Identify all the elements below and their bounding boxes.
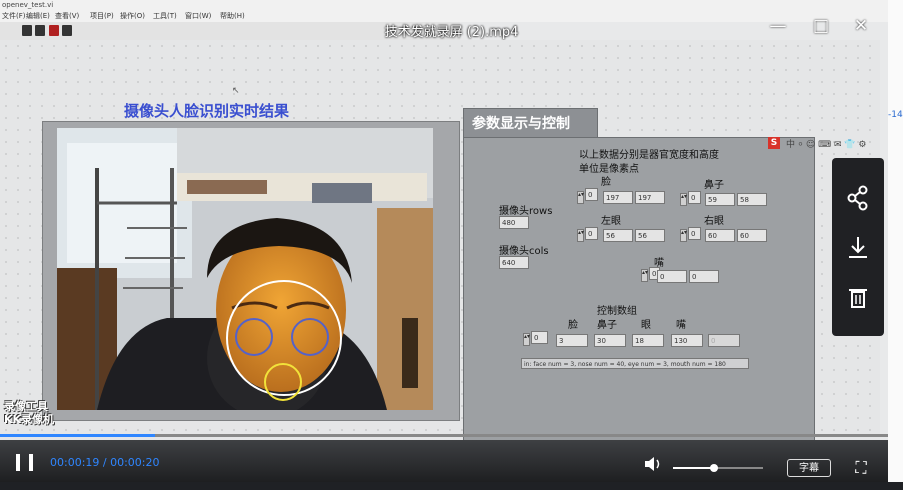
progress-fill [0,434,156,437]
side-action-panel [832,158,884,336]
delete-icon[interactable] [832,277,884,317]
menu-operate[interactable]: 操作(O) [120,11,145,21]
volume-icon[interactable] [643,456,663,472]
nose-width: 59 [705,193,735,206]
window-file-title: openev_test.vi [2,1,54,9]
maximize-icon[interactable]: □ [811,16,831,36]
control-header-mouth: 嘴 [676,320,686,331]
control-header-eye: 眼 [641,320,651,331]
tab-params[interactable]: 参数显示与控制 [463,108,598,139]
camera-scene [57,128,433,410]
face-width: 197 [603,191,633,204]
right-eye-index[interactable]: 0 [688,227,701,240]
volume-knob[interactable] [709,464,718,472]
control-header-face: 脸 [568,320,578,331]
volume-fill [673,467,714,469]
control-face-value[interactable]: 3 [556,334,588,347]
mouth-height: 0 [689,270,719,283]
face-label: 脸 [601,177,611,188]
watermark-line1: 录像工具 [4,400,48,413]
taskbar [0,482,903,490]
menu-help[interactable]: 帮助(H) [220,11,245,21]
menu-edit[interactable]: 编辑(E) [26,11,50,21]
download-icon[interactable] [832,227,884,267]
nose-label: 鼻子 [704,180,724,191]
cols-indicator: 640 [499,256,529,269]
pause-icon[interactable] [29,454,33,471]
rows-label: 摄像头rows [499,206,553,217]
tab-panel [463,137,815,451]
control-eye-value[interactable]: 18 [632,334,664,347]
control-nose-value[interactable]: 30 [594,334,626,347]
menu-file[interactable]: 文件(F) [2,11,26,21]
fullscreen-icon[interactable]: ⛶ [852,459,870,477]
recorder-watermark: 录像工具 KK录像机 [4,400,54,426]
nose-index[interactable]: 0 [688,191,701,204]
share-icon[interactable] [832,178,884,218]
time-display: 00:00:19 / 00:00:20 [50,456,160,469]
face-index-spin[interactable]: ▴▾ [577,191,584,204]
status-indicator: in: face num = 3, nose num = 40, eye num… [521,358,749,369]
control-title: 控制数组 [597,306,637,317]
menu-view[interactable]: 查看(V) [55,11,79,21]
right-edge-strip: -14 [888,0,903,490]
right-eye-index-spin[interactable]: ▴▾ [680,229,687,242]
menu-window[interactable]: 窗口(W) [185,11,211,21]
mouth-index-spin[interactable]: ▴▾ [641,269,648,282]
left-eye-label: 左眼 [601,216,621,227]
right-eye-width: 60 [705,229,735,242]
mouth-width: 0 [657,270,687,283]
subtitle-button[interactable]: 字幕 [787,459,831,477]
ime-tools-icon[interactable]: 中 ⸰ ☺ ⌨ ✉ 👕 ⚙ [786,137,867,150]
menu-tools[interactable]: 工具(T) [153,11,177,21]
nose-height: 58 [737,193,767,206]
edge-text: -14 [888,110,903,120]
watermark-line2: KK录像机 [4,413,55,426]
pause-bar-left[interactable] [16,454,20,471]
left-eye-height: 56 [635,229,665,242]
camera-image [57,128,433,410]
left-eye-index-spin[interactable]: ▴▾ [577,229,584,242]
note-line-1: 以上数据分别是器官宽度和高度 [579,150,719,161]
ime-toolbar: S 中 ⸰ ☺ ⌨ ✉ 👕 ⚙ [768,137,888,151]
ime-logo-icon[interactable]: S [768,137,780,149]
control-index[interactable]: 0 [531,331,548,344]
left-eye-index[interactable]: 0 [585,227,598,240]
face-height: 197 [635,191,665,204]
close-icon[interactable]: ✕ [851,16,871,36]
cols-label: 摄像头cols [499,246,549,257]
control-header-nose: 鼻子 [597,320,617,331]
rows-indicator: 480 [499,216,529,229]
face-index[interactable]: 0 [585,188,598,201]
player-controls: 00:00:19 / 00:00:20 字幕 ⛶ [0,440,888,482]
control-extra-value[interactable]: 0 [708,334,740,347]
left-eye-width: 56 [603,229,633,242]
panel-heading: 摄像头人脸识别实时结果 [124,102,290,120]
minimize-icon[interactable]: — [768,16,788,36]
nose-index-spin[interactable]: ▴▾ [680,193,687,206]
control-mouth-value[interactable]: 130 [671,334,703,347]
control-index-spin[interactable]: ▴▾ [523,333,530,346]
right-eye-height: 60 [737,229,767,242]
cursor-icon: ↖ [232,86,240,96]
right-eye-label: 右眼 [704,216,724,227]
menu-project[interactable]: 项目(P) [90,11,114,21]
